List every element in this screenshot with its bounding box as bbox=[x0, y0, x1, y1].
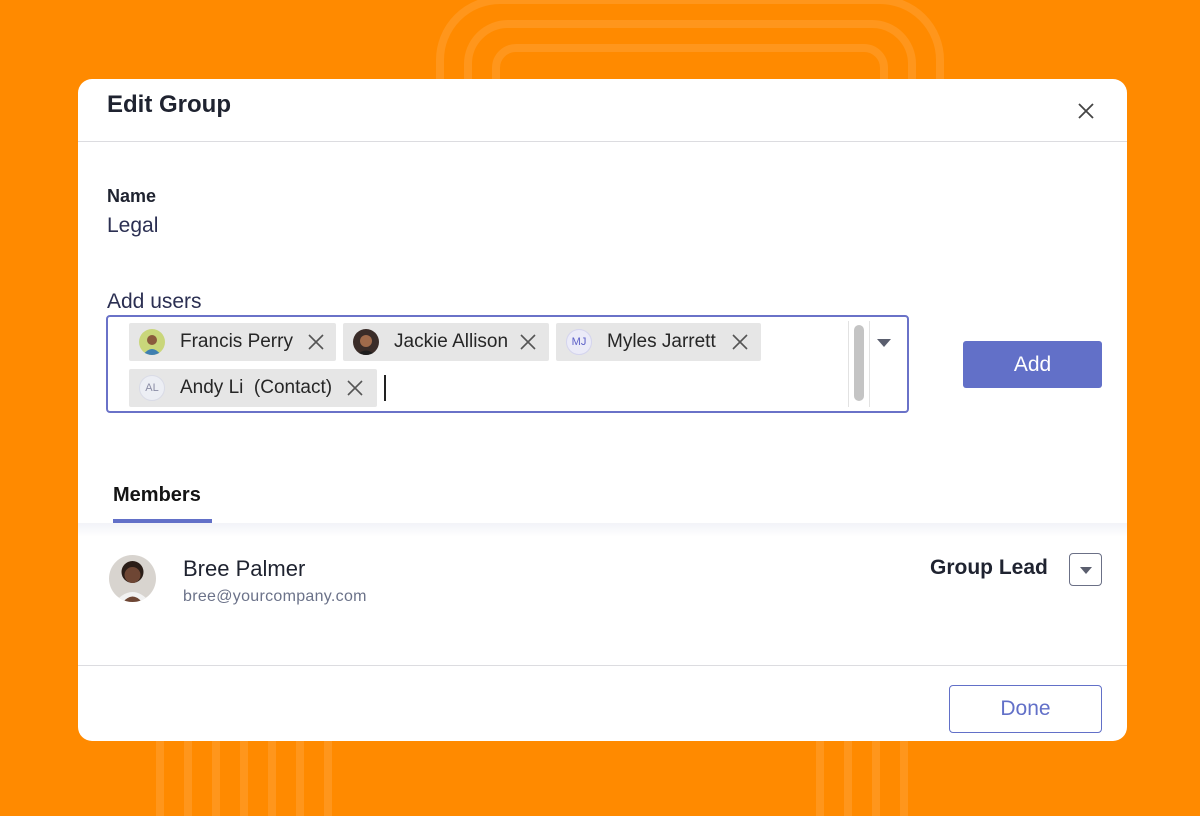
member-email: bree@yourcompany.com bbox=[183, 588, 367, 605]
remove-chip-button[interactable] bbox=[730, 332, 750, 352]
name-value: Legal bbox=[107, 214, 159, 237]
remove-chip-button[interactable] bbox=[345, 378, 365, 398]
remove-chip-button[interactable] bbox=[306, 332, 326, 352]
name-label: Name bbox=[107, 186, 157, 206]
dialog-title: Edit Group bbox=[107, 91, 231, 118]
member-role: Group Lead bbox=[930, 556, 1048, 579]
text-cursor bbox=[384, 375, 386, 401]
picker-dropdown-button[interactable] bbox=[874, 335, 894, 351]
dialog-header: Edit Group bbox=[78, 79, 1127, 142]
avatar bbox=[109, 555, 156, 602]
chip-label: Francis Perry bbox=[180, 331, 293, 352]
chip-label: Myles Jarrett bbox=[607, 331, 716, 352]
user-chip-jackie-allison: Jackie Allison bbox=[343, 323, 549, 361]
member-name: Bree Palmer bbox=[183, 556, 306, 581]
close-icon bbox=[520, 334, 536, 350]
avatar-initials: MJ bbox=[566, 329, 592, 355]
avatar bbox=[139, 329, 165, 355]
avatar bbox=[353, 329, 379, 355]
caret-down-icon bbox=[1079, 566, 1092, 574]
done-button[interactable]: Done bbox=[949, 685, 1102, 733]
footer-divider bbox=[78, 665, 1127, 666]
chip-label: Andy Li (Contact) bbox=[180, 377, 333, 398]
tab-members[interactable]: Members bbox=[113, 484, 201, 507]
members-divider bbox=[78, 523, 1127, 537]
remove-chip-button[interactable] bbox=[518, 332, 538, 352]
user-chip-francis-perry: Francis Perry bbox=[129, 323, 336, 361]
role-dropdown-button[interactable] bbox=[1069, 553, 1102, 586]
close-icon bbox=[732, 334, 748, 350]
add-button[interactable]: Add bbox=[963, 341, 1102, 388]
edit-group-dialog: Edit Group Name Legal Add users Francis … bbox=[78, 79, 1127, 741]
chip-label: Jackie Allison bbox=[394, 331, 509, 352]
caret-down-icon bbox=[877, 339, 891, 347]
close-button[interactable] bbox=[1072, 97, 1100, 125]
add-users-label: Add users bbox=[107, 290, 202, 313]
close-icon bbox=[347, 380, 363, 396]
picker-scrollbar[interactable] bbox=[848, 321, 870, 407]
user-chip-myles-jarrett: MJ Myles Jarrett bbox=[556, 323, 761, 361]
close-icon bbox=[308, 334, 324, 350]
scrollbar-thumb[interactable] bbox=[854, 325, 864, 401]
close-icon bbox=[1078, 103, 1094, 119]
avatar-initials: AL bbox=[139, 375, 165, 401]
user-chip-andy-li: AL Andy Li (Contact) bbox=[129, 369, 377, 407]
add-users-picker[interactable]: Francis Perry Jackie Allison MJ Myles Ja… bbox=[106, 315, 909, 413]
